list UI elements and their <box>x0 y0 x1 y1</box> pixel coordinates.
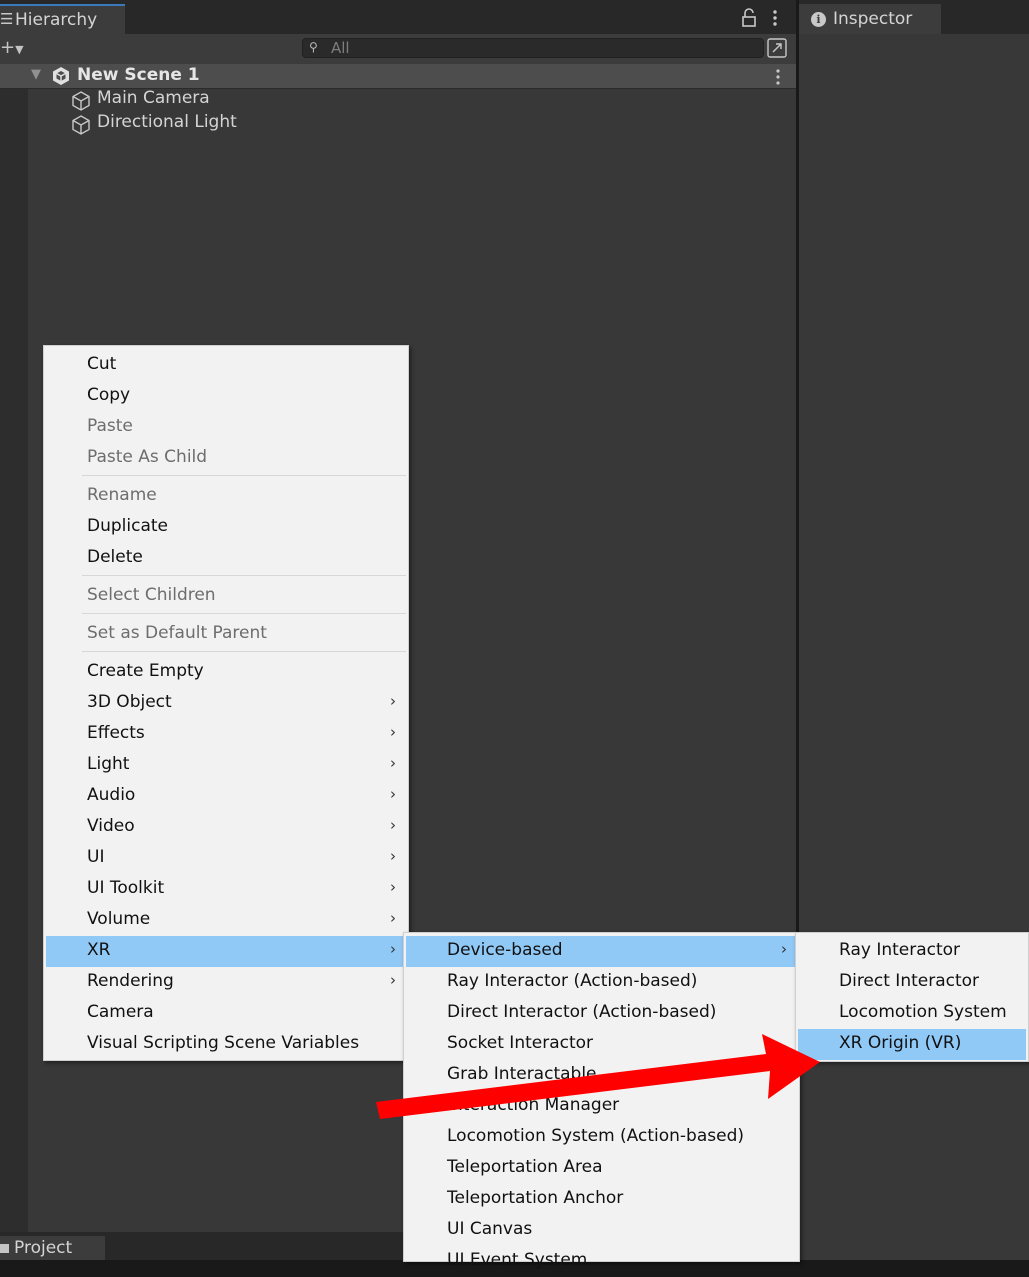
project-tab-label: Project <box>14 1238 73 1258</box>
xr-submenu: Device-based › Ray Interactor (Action-bas… <box>403 932 800 1270</box>
folder-icon <box>0 1244 9 1253</box>
menu-item-camera[interactable]: Camera <box>46 998 406 1029</box>
chevron-right-icon: › <box>390 940 396 958</box>
search-input[interactable] <box>331 39 751 57</box>
menu-item-duplicate[interactable]: Duplicate <box>46 512 406 543</box>
chevron-right-icon: › <box>390 878 396 896</box>
menu-item-volume[interactable]: Volume › <box>46 905 406 936</box>
menu-item-teleportation-anchor[interactable]: Teleportation Anchor <box>406 1184 797 1215</box>
menu-item-set-default-parent: Set as Default Parent <box>87 623 267 643</box>
menu-separator <box>82 613 406 614</box>
menu-item-ui[interactable]: UI › <box>46 843 406 874</box>
menu-item-3d-object[interactable]: 3D Object › <box>46 688 406 719</box>
menu-item-interaction-manager[interactable]: Interaction Manager <box>406 1091 797 1122</box>
menu-item-ui-event-system[interactable]: UI Event System <box>406 1246 797 1277</box>
menu-item-direct-interactor[interactable]: Direct Interactor <box>798 967 1026 998</box>
hierarchy-item-label: Main Camera <box>97 88 210 108</box>
menu-item-create-empty[interactable]: Create Empty <box>46 657 406 688</box>
lock-icon[interactable] <box>740 8 758 28</box>
add-object-dropdown-button[interactable]: +▼ <box>0 38 30 58</box>
menu-separator <box>82 475 406 476</box>
menu-item-ui-toolkit[interactable]: UI Toolkit › <box>46 874 406 905</box>
menu-item-ui-canvas[interactable]: UI Canvas <box>406 1215 797 1246</box>
inspector-panel <box>799 34 1029 1260</box>
menu-item-audio[interactable]: Audio › <box>46 781 406 812</box>
chevron-right-icon: › <box>390 723 396 741</box>
chevron-down-icon: ▼ <box>15 43 24 56</box>
scene-row[interactable]: ▼ New Scene 1 <box>0 64 796 89</box>
tab-inspector[interactable]: i Inspector <box>799 4 941 34</box>
chevron-right-icon: › <box>390 971 396 989</box>
menu-item-xr-origin-vr[interactable]: XR Origin (VR) <box>798 1029 1026 1060</box>
menu-item-socket-interactor[interactable]: Socket Interactor <box>406 1029 797 1060</box>
plus-icon: + <box>0 37 16 58</box>
menu-item-delete[interactable]: Delete <box>46 543 406 574</box>
chevron-right-icon: › <box>390 692 396 710</box>
expand-triangle-icon[interactable]: ▼ <box>31 67 41 82</box>
hierarchy-item-label: Directional Light <box>97 112 237 132</box>
menu-item-rendering[interactable]: Rendering › <box>46 967 406 998</box>
menu-item-visual-scripting-scene-variables[interactable]: Visual Scripting Scene Variables <box>46 1029 406 1060</box>
menu-item-grab-interactable[interactable]: Grab Interactable <box>406 1060 797 1091</box>
gameobject-cube-icon <box>72 91 90 111</box>
chevron-right-icon: › <box>781 940 787 958</box>
menu-item-paste: Paste <box>87 416 133 436</box>
menu-item-ray-interactor-action-based[interactable]: Ray Interactor (Action-based) <box>406 967 797 998</box>
more-options-icon[interactable] <box>770 9 780 29</box>
context-menu: Cut Copy Paste Paste As Child Rename Dup… <box>43 345 409 1061</box>
menu-item-ray-interactor[interactable]: Ray Interactor <box>798 936 1026 967</box>
menu-separator <box>82 651 406 652</box>
menu-item-direct-interactor-action-based[interactable]: Direct Interactor (Action-based) <box>406 998 797 1029</box>
menu-item-rename: Rename <box>87 485 157 505</box>
tab-project[interactable]: Project <box>0 1236 105 1260</box>
menu-item-select-children: Select Children <box>87 585 216 605</box>
gameobject-cube-icon <box>72 115 90 135</box>
menu-item-device-based[interactable]: Device-based › <box>406 936 797 967</box>
hamburger-icon: ☰ <box>0 10 14 28</box>
inspector-tab-label: Inspector <box>833 9 913 29</box>
menu-item-effects[interactable]: Effects › <box>46 719 406 750</box>
menu-item-teleportation-area[interactable]: Teleportation Area <box>406 1153 797 1184</box>
menu-item-xr[interactable]: XR › <box>46 936 406 967</box>
open-in-window-icon[interactable] <box>766 37 788 59</box>
scene-options-icon[interactable] <box>773 68 783 86</box>
device-based-submenu: Ray Interactor Direct Interactor Locomot… <box>795 932 1029 1062</box>
unity-scene-icon <box>53 67 69 85</box>
menu-item-video[interactable]: Video › <box>46 812 406 843</box>
hierarchy-tab-label: Hierarchy <box>15 10 98 30</box>
scene-name: New Scene 1 <box>77 65 200 85</box>
menu-item-copy[interactable]: Copy <box>46 381 406 412</box>
chevron-right-icon: › <box>390 754 396 772</box>
menu-separator <box>82 575 406 576</box>
menu-item-cut[interactable]: Cut <box>46 350 406 381</box>
tab-hierarchy[interactable]: ☰ Hierarchy <box>0 4 125 34</box>
menu-item-locomotion-system[interactable]: Locomotion System <box>798 998 1026 1029</box>
menu-item-light[interactable]: Light › <box>46 750 406 781</box>
search-icon: ⚲ <box>309 40 318 54</box>
info-icon: i <box>811 12 826 27</box>
chevron-right-icon: › <box>390 785 396 803</box>
chevron-right-icon: › <box>390 816 396 834</box>
hierarchy-gutter <box>0 64 28 1232</box>
chevron-right-icon: › <box>390 847 396 865</box>
chevron-right-icon: › <box>390 909 396 927</box>
search-field[interactable]: ⚲ <box>302 38 764 58</box>
menu-item-locomotion-system-action-based[interactable]: Locomotion System (Action-based) <box>406 1122 797 1153</box>
menu-item-paste-as-child: Paste As Child <box>87 447 208 467</box>
